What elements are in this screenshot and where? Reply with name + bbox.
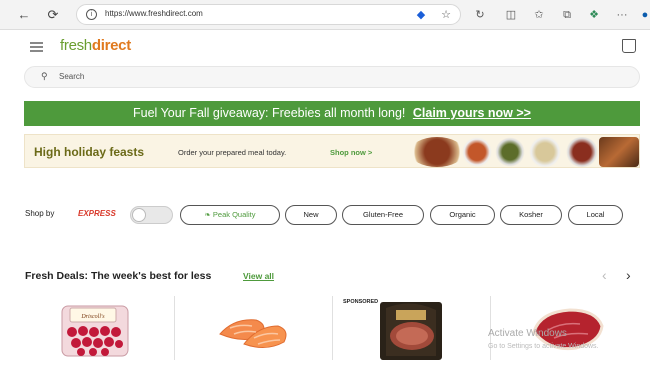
chip-organic[interactable]: Organic [430, 205, 495, 225]
product-card-sponsored[interactable] [378, 296, 444, 360]
favorites-bar-icon[interactable]: ✩ [531, 7, 547, 23]
chip-gluten-free[interactable]: Gluten-Free [342, 205, 424, 225]
more-icon[interactable]: ··· [614, 7, 630, 23]
svg-text:Driscoll's: Driscoll's [80, 314, 105, 320]
chip-label: Peak Quality [212, 210, 256, 219]
chip-kosher[interactable]: Kosher [500, 205, 562, 225]
product-divider [174, 296, 175, 360]
deals-title: Fresh Deals: The week's best for less [25, 270, 212, 282]
info-icon[interactable]: i [86, 9, 97, 20]
express-label: EXPRESS [78, 209, 116, 218]
menu-icon[interactable] [30, 42, 43, 52]
dish-image [565, 137, 599, 167]
chip-peak-quality[interactable]: ❧ Peak Quality [180, 205, 280, 225]
back-icon[interactable]: ← [16, 7, 32, 23]
chip-local[interactable]: Local [568, 205, 623, 225]
site-header: freshdirect [0, 30, 650, 66]
cart-icon[interactable] [622, 39, 636, 53]
browser-toolbar: ← ⟳ i https://www.freshdirect.com ◆ ☆ ↻ … [0, 0, 650, 30]
product-card-raspberries[interactable]: Driscoll's [58, 296, 132, 360]
profile-icon[interactable]: ● [637, 7, 650, 23]
packaged-meat-image [380, 302, 442, 360]
dish-image [599, 137, 639, 167]
holiday-subtitle: Order your prepared meal today. [178, 148, 287, 157]
shop-by-label: Shop by [25, 209, 55, 218]
search-input[interactable]: ⚲ Search [24, 66, 640, 88]
chevron-right-icon[interactable]: › [626, 267, 631, 283]
split-screen-icon[interactable]: ◫ [503, 7, 519, 23]
raspberries-image: Driscoll's [61, 305, 129, 357]
dish-image [462, 137, 492, 167]
reload-icon[interactable]: ⟳ [45, 7, 61, 23]
address-bar[interactable]: i https://www.freshdirect.com [76, 4, 461, 25]
extension-icon[interactable]: ◆ [413, 7, 429, 23]
activation-watermark: Activate Windows [488, 328, 567, 339]
logo[interactable]: freshdirect [60, 37, 131, 54]
activation-watermark-sub: Go to Settings to activate Windows. [488, 343, 599, 350]
promo-text: Fuel Your Fall giveaway: Freebies all mo… [133, 106, 406, 120]
logo-fresh: fresh [60, 37, 92, 54]
refresh-page-icon[interactable]: ↻ [472, 7, 488, 23]
product-divider [332, 296, 333, 360]
search-placeholder: Search [59, 72, 85, 81]
view-all-link[interactable]: View all [243, 271, 274, 281]
filter-bar: Shop by EXPRESS ❧ Peak Quality New Glute… [0, 203, 650, 227]
promo-cta-link[interactable]: Claim yours now >> [413, 106, 531, 120]
chevron-left-icon[interactable]: ‹ [602, 267, 607, 283]
product-card-salmon[interactable] [214, 296, 294, 360]
holiday-title: High holiday feasts [34, 145, 145, 159]
toggle-knob [132, 208, 146, 222]
dish-image [493, 137, 527, 167]
collections-icon[interactable]: ⧉ [559, 7, 575, 23]
search-icon: ⚲ [41, 71, 48, 81]
extension-shield-icon[interactable]: ❖ [586, 7, 602, 23]
leaf-icon: ❧ [204, 210, 213, 219]
sponsored-label: SPONSORED [343, 299, 379, 305]
chip-new[interactable]: New [285, 205, 337, 225]
holiday-banner[interactable]: High holiday feasts Order your prepared … [24, 134, 640, 168]
express-toggle[interactable] [130, 206, 173, 224]
promo-banner[interactable]: Fuel Your Fall giveaway: Freebies all mo… [24, 101, 640, 126]
shop-now-link[interactable]: Shop now > [330, 148, 372, 157]
url-text: https://www.freshdirect.com [105, 9, 203, 18]
dish-image [528, 137, 562, 167]
salmon-image [219, 319, 287, 348]
favorite-icon[interactable]: ☆ [438, 7, 454, 23]
roast-image [410, 137, 464, 167]
logo-direct: direct [91, 37, 131, 54]
